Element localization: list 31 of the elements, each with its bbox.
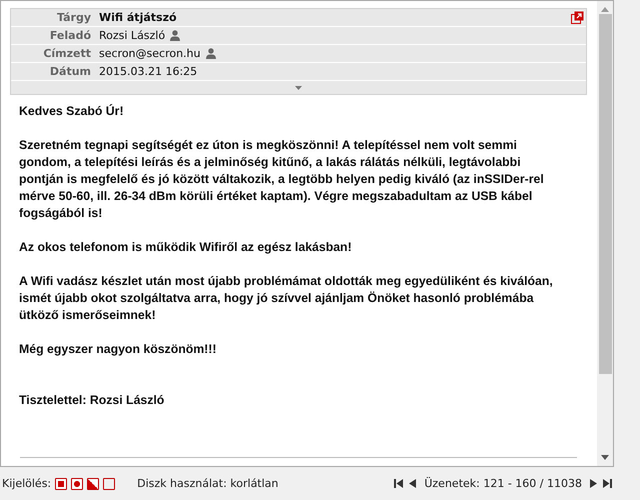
field-value: 2015.03.21 16:25 [99,65,198,78]
field-value: Rozsi László [99,29,166,42]
person-icon [170,30,180,41]
select-half-icon[interactable] [87,478,100,490]
message-paragraph: Az okos telefonom is működik Wifiről az egész lakásban! [19,239,353,256]
field-value: Wifi átjátszó [99,11,177,24]
person-icon [206,48,216,59]
first-page-icon[interactable] [394,479,404,488]
selection-label: Kijelölés: [2,477,52,490]
field-label: Címzett [42,47,92,60]
message-paragraph: Kedves Szabó Úr! [19,103,125,120]
next-page-icon[interactable] [590,479,597,488]
previous-page-icon[interactable] [409,479,416,488]
message-count: Üzenetek: 121 - 160 / 11038 [424,477,582,490]
signature: Tisztelettel: Rozsi László [19,392,166,409]
expand-caret-icon[interactable] [295,86,302,90]
select-burst-icon[interactable] [71,478,84,490]
popout-icon[interactable] [571,11,584,24]
disk-usage: Diszk használat: korlátlan [137,477,278,490]
last-page-icon[interactable] [603,479,612,488]
select-none-icon[interactable] [103,478,116,490]
field-label: Tárgy [56,11,92,24]
message-paragraph: A Wifi vadász készlet után most újabb problémámat oldották meg egyedüliként és kiválóan, ismét újabb okot szolgáltatva arra, hogy jó szívvel ajánljam Önöket hasonló problémába ütköző ismerőseimnek! [19,273,554,324]
select-all-icon[interactable] [55,478,68,490]
message-paragraph: Még egyszer nagyon köszönöm!!! [19,341,218,358]
field-label: Feladó [48,29,92,42]
field-value: secron@secron.hu [99,47,200,60]
message-paragraph: Szeretném tegnapi segítségét ez úton is megköszönni! A telepítéssel nem volt semmi gondom, a telepítési leírás és a jelminőség kitűnő, a lakás rálátás nélküli, legtávolabbi pontján is megfelelő és jó között váltakozik, a legtöbb helyen pedig kiváló (az inSSIDer-rel mérve 50-60, ill. 26-34 dBm körüli értéket kaptam). Végre megszabadultam az USB kábel fogságából is! [19,137,545,222]
field-label: Dátum [48,65,92,78]
scrollbar-thumb[interactable] [598,14,612,374]
scroll-down-icon[interactable] [601,455,609,460]
